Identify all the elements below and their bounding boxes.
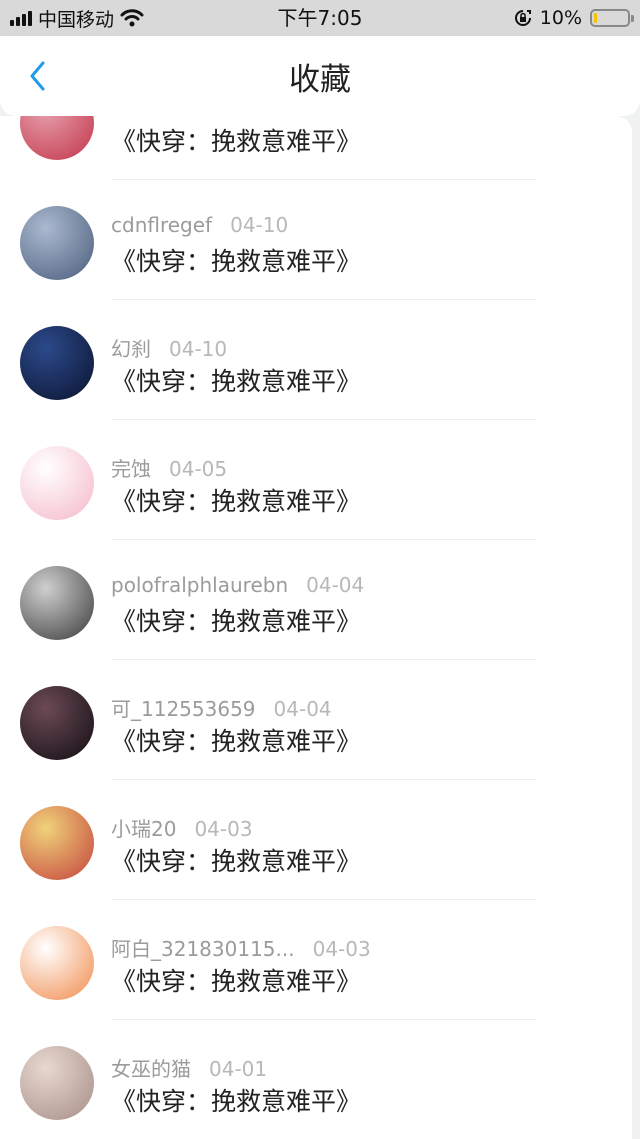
avatar[interactable] — [20, 116, 94, 160]
book-title: 《快穿：挽救意难平》 — [111, 847, 362, 876]
status-bar-right: 10% — [514, 0, 634, 36]
status-bar: 中国移动 下午7:05 10% — [0, 0, 640, 36]
battery-icon — [590, 9, 634, 27]
list-item[interactable]: 阿白_321830115... 04-03 《快穿：挽救意难平》 — [0, 900, 632, 1020]
avatar[interactable] — [20, 326, 94, 400]
page-title: 收藏 — [289, 62, 351, 98]
date: 04-05 — [169, 457, 228, 481]
item-meta: 小瑞20 04-03 — [111, 813, 253, 842]
book-title: 《快穿：挽救意难平》 — [111, 1087, 362, 1116]
favorites-list-container[interactable]: 《快穿：挽救意难平》 cdnflregef 04-10 《快穿：挽救意难平》 幻刹 04-… — [0, 116, 632, 1139]
avatar[interactable] — [20, 446, 94, 520]
username: 小瑞20 — [111, 817, 177, 841]
book-title: 《快穿：挽救意难平》 — [111, 367, 362, 396]
favorites-list: 《快穿：挽救意难平》 cdnflregef 04-10 《快穿：挽救意难平》 幻刹 04-… — [0, 116, 632, 1139]
rotation-lock-icon — [514, 9, 532, 27]
username: 可_112553659 — [111, 697, 256, 721]
username: 阿白_321830115... — [111, 937, 295, 961]
list-item[interactable]: cdnflregef 04-10 《快穿：挽救意难平》 — [0, 180, 632, 300]
list-item[interactable]: 完蚀 04-05 《快穿：挽救意难平》 — [0, 420, 632, 540]
date: 04-04 — [306, 573, 365, 597]
date: 04-03 — [194, 817, 253, 841]
date: 04-03 — [312, 937, 371, 961]
item-meta: 可_112553659 04-04 — [111, 693, 332, 722]
list-item[interactable]: 《快穿：挽救意难平》 — [0, 116, 632, 180]
date: 04-10 — [230, 213, 289, 237]
book-title: 《快穿：挽救意难平》 — [111, 967, 362, 996]
item-meta: polofralphlaurebn 04-04 — [111, 573, 364, 597]
avatar[interactable] — [20, 926, 94, 1000]
list-item[interactable]: 幻刹 04-10 《快穿：挽救意难平》 — [0, 300, 632, 420]
item-meta: 阿白_321830115... 04-03 — [111, 933, 371, 962]
list-item[interactable]: 女巫的猫 04-01 《快穿：挽救意难平》 — [0, 1020, 632, 1139]
date: 04-10 — [169, 337, 228, 361]
date: 04-04 — [273, 697, 332, 721]
list-item[interactable]: polofralphlaurebn 04-04 《快穿：挽救意难平》 — [0, 540, 632, 660]
username: cdnflregef — [111, 213, 213, 237]
item-meta: 女巫的猫 04-01 — [111, 1053, 267, 1082]
item-meta: cdnflregef 04-10 — [111, 213, 288, 237]
book-title: 《快穿：挽救意难平》 — [111, 247, 362, 276]
username: 女巫的猫 — [111, 1057, 191, 1081]
battery-percent: 10% — [539, 7, 582, 29]
navigation-bar: 收藏 — [0, 36, 640, 116]
book-title: 《快穿：挽救意难平》 — [111, 727, 362, 756]
username: 完蚀 — [111, 457, 151, 481]
book-title: 《快穿：挽救意难平》 — [111, 607, 362, 636]
battery-level — [594, 13, 597, 23]
avatar[interactable] — [20, 1046, 94, 1120]
book-title: 《快穿：挽救意难平》 — [111, 487, 362, 516]
avatar[interactable] — [20, 806, 94, 880]
list-item[interactable]: 可_112553659 04-04 《快穿：挽救意难平》 — [0, 660, 632, 780]
avatar[interactable] — [20, 566, 94, 640]
item-meta: 幻刹 04-10 — [111, 333, 227, 362]
avatar[interactable] — [20, 206, 94, 280]
item-meta: 完蚀 04-05 — [111, 453, 227, 482]
username: polofralphlaurebn — [111, 573, 289, 597]
list-item[interactable]: 小瑞20 04-03 《快穿：挽救意难平》 — [0, 780, 632, 900]
date: 04-01 — [209, 1057, 268, 1081]
book-title: 《快穿：挽救意难平》 — [111, 127, 362, 156]
username: 幻刹 — [111, 337, 151, 361]
avatar[interactable] — [20, 686, 94, 760]
